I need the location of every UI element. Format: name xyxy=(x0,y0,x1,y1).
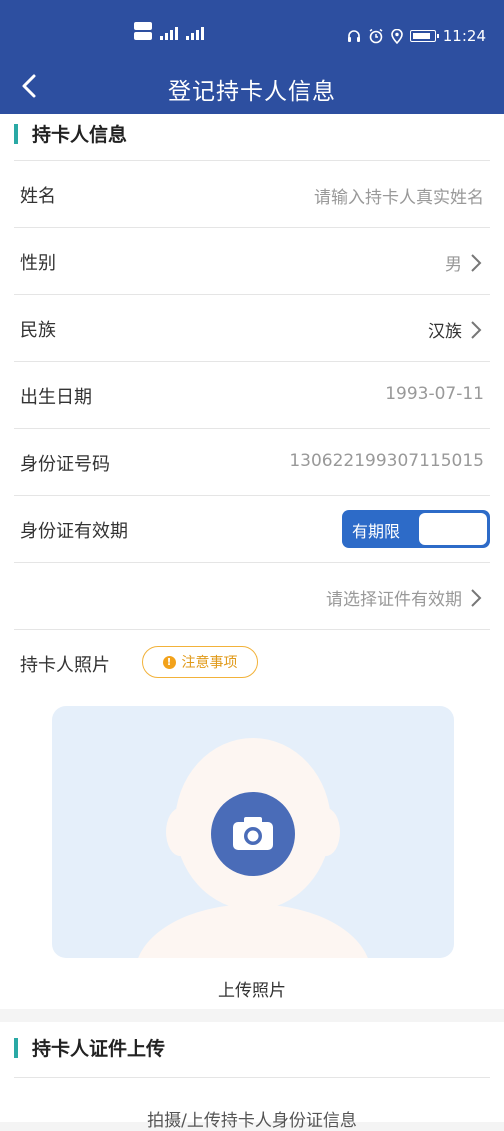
status-right: 11:24 xyxy=(347,27,486,45)
name-label: 姓名 xyxy=(20,186,56,207)
id-validity-label: 身份证有效期 xyxy=(20,521,128,542)
section-header-id-upload: 持卡人证件上传 xyxy=(0,1028,504,1072)
photo-label: 持卡人照片 xyxy=(20,655,110,676)
headset-icon xyxy=(347,30,360,42)
section-accent-bar xyxy=(14,1038,18,1058)
photo-upload-area[interactable] xyxy=(52,706,454,958)
validity-placeholder: 请选择证件有效期 xyxy=(326,590,462,610)
id-upload-card: 持卡人证件上传 拍摄/上传持卡人身份证信息 xyxy=(0,1022,504,1131)
birth-date-label: 出生日期 xyxy=(20,387,92,408)
id-upload-hint: 拍摄/上传持卡人身份证信息 xyxy=(147,1111,357,1131)
id-number-label: 身份证号码 xyxy=(20,454,110,475)
section-title: 持卡人证件上传 xyxy=(32,1038,166,1060)
divider xyxy=(14,1077,490,1078)
birth-date-row[interactable]: 出生日期 1993-07-11 xyxy=(14,361,490,428)
section-title: 持卡人信息 xyxy=(32,124,128,146)
chevron-right-icon xyxy=(471,253,482,272)
page-title: 登记持卡人信息 xyxy=(168,79,336,105)
battery-icon xyxy=(409,30,439,42)
upload-photo-label: 上传照片 xyxy=(218,981,286,1001)
signal-indicators xyxy=(134,22,204,40)
gender-select[interactable]: 男 xyxy=(445,250,484,275)
signal-icon-2 xyxy=(186,27,204,40)
gender-label: 性别 xyxy=(20,253,56,274)
validity-select[interactable]: 请选择证件有效期 xyxy=(326,585,484,610)
camera-icon[interactable] xyxy=(211,792,295,876)
chevron-right-icon xyxy=(471,320,482,339)
name-row[interactable]: 姓名 请输入持卡人真实姓名 xyxy=(14,160,490,227)
signal-icon xyxy=(160,27,178,40)
warning-icon: ! xyxy=(162,655,176,669)
location-icon xyxy=(390,28,403,44)
status-time: 11:24 xyxy=(442,27,486,45)
validity-select-row[interactable]: 请选择证件有效期 xyxy=(14,562,490,629)
validity-toggle[interactable]: 有期限 xyxy=(342,510,490,548)
chevron-right-icon xyxy=(471,588,482,607)
name-input[interactable]: 请输入持卡人真实姓名 xyxy=(314,183,484,208)
ethnicity-select[interactable]: 汉族 xyxy=(428,317,484,342)
nav-bar: 登记持卡人信息 xyxy=(0,54,504,118)
gender-value: 男 xyxy=(445,255,462,275)
status-bar: 11:24 xyxy=(0,0,504,54)
hd-icon xyxy=(134,22,152,40)
ethnicity-label: 民族 xyxy=(20,320,56,341)
gender-row[interactable]: 性别 男 xyxy=(14,227,490,294)
id-number-row[interactable]: 身份证号码 130622199307115015 xyxy=(14,428,490,495)
notice-button[interactable]: ! 注意事项 xyxy=(142,646,258,678)
ethnicity-row[interactable]: 民族 汉族 xyxy=(14,294,490,361)
birth-date-value[interactable]: 1993-07-11 xyxy=(385,384,484,404)
toggle-knob xyxy=(419,513,487,545)
section-header-cardholder-info: 持卡人信息 xyxy=(0,114,504,158)
alarm-icon xyxy=(369,28,383,44)
notice-label: 注意事项 xyxy=(181,655,238,671)
section-accent-bar xyxy=(14,124,18,144)
ethnicity-value: 汉族 xyxy=(428,322,462,342)
id-validity-row: 身份证有效期 有期限 xyxy=(14,495,490,562)
id-number-value[interactable]: 130622199307115015 xyxy=(289,451,484,471)
toggle-label: 有期限 xyxy=(352,522,401,541)
